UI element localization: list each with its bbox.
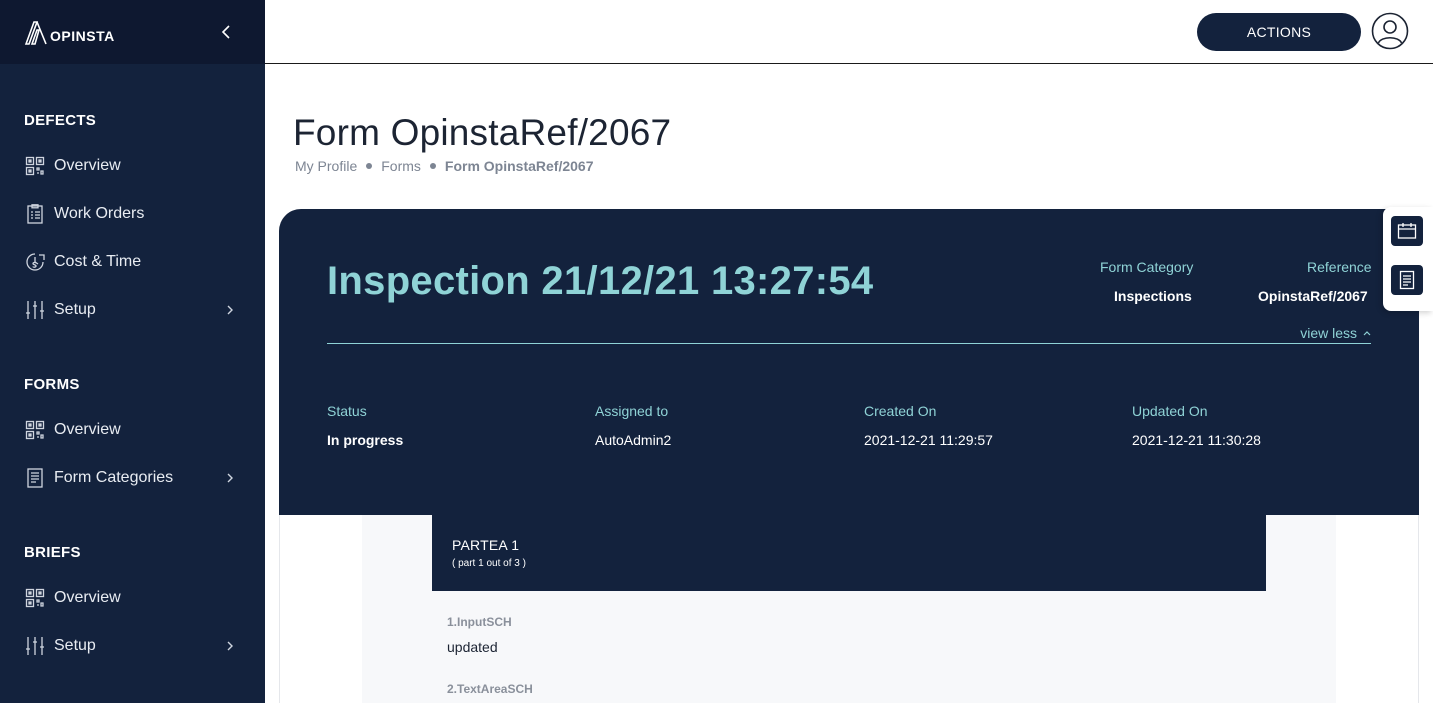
chevron-right-icon [226,303,234,321]
reference-label: Reference [1307,259,1372,275]
breadcrumb-forms[interactable]: Forms [381,158,421,174]
clipboard-icon [24,203,46,225]
chevron-left-icon [221,25,230,39]
sidebar-item-label: Overview [54,589,121,606]
document-icon [24,467,46,489]
sidebar-item-work-orders[interactable]: Work Orders [24,199,244,229]
sidebar-item-label: Form Categories [54,469,174,486]
field-value-input-sch: updated [447,639,498,655]
field-label-textarea-sch: 2.TextAreaSCH [447,682,533,696]
breadcrumb-current: Form OpinstaRef/2067 [444,158,594,174]
part-title: PARTEA 1 [452,537,520,553]
sliders-icon [24,299,46,321]
breadcrumb-separator [366,163,373,169]
form-category-value: Inspections [1114,288,1192,304]
part-subtitle: ( part 1 out of 3 ) [452,558,526,569]
sidebar-item-briefs-overview[interactable]: Overview [24,583,244,613]
page-title: Form OpinstaRef/2067 [293,112,672,153]
calendar-icon [1397,223,1417,239]
status-value: In progress [327,432,404,448]
reference-value: OpinstaRef/2067 [1258,288,1368,304]
clock-dollar-icon [24,251,46,273]
updated-on-label: Updated On [1132,403,1208,419]
view-less-toggle[interactable]: view less [1300,325,1371,341]
actions-button[interactable]: ACTIONS [1197,13,1361,51]
updated-on-value: 2021-12-21 11:30:28 [1132,432,1261,448]
user-icon [1371,12,1409,50]
document-icon [1399,270,1415,290]
assigned-to-label: Assigned to [595,403,669,419]
logo-text: OPINSTA [50,28,115,44]
sidebar-item-label: Setup [54,301,96,318]
document-button[interactable] [1391,265,1423,295]
sidebar-item-label: Cost & Time [54,253,142,270]
opinsta-logo-mark-icon [24,21,47,45]
user-avatar[interactable] [1371,12,1409,50]
sidebar-item-form-categories[interactable]: Form Categories [24,463,244,493]
breadcrumb: My Profile Forms Form OpinstaRef/2067 [295,158,594,174]
qr-grid-icon [24,419,46,441]
breadcrumb-my-profile[interactable]: My Profile [295,158,357,174]
sidebar-item-label: Overview [54,421,121,438]
sidebar-item-defects-overview[interactable]: Overview [24,151,244,181]
sliders-icon [24,635,46,657]
form-info-card: Inspection 21/12/21 13:27:54 Form Catego… [279,209,1419,515]
sidebar-item-label: Work Orders [54,205,145,222]
sidebar: OPINSTA DEFECTS Overview Work Orders Cos… [0,0,265,703]
section-title-briefs: BRIEFS [24,544,81,561]
status-label: Status [327,403,367,419]
section-title-defects: DEFECTS [24,112,97,129]
created-on-label: Created On [864,403,937,419]
sidebar-item-defects-setup[interactable]: Setup [24,295,244,325]
field-label-input-sch: 1.InputSCH [447,615,512,629]
scrollbar-gutter[interactable] [1433,0,1440,703]
qr-grid-icon [24,155,46,177]
collapse-sidebar-button[interactable] [216,21,236,43]
created-on-value: 2021-12-21 11:29:57 [864,432,993,448]
chevron-right-icon [226,639,234,657]
section-title-forms: FORMS [24,376,80,393]
view-less-label: view less [1300,325,1357,341]
sidebar-item-label: Setup [54,637,96,654]
form-category-label: Form Category [1100,259,1194,275]
part-header: PARTEA 1 ( part 1 out of 3 ) [432,515,1266,591]
qr-grid-icon [24,587,46,609]
breadcrumb-separator [429,163,436,169]
sidebar-item-forms-overview[interactable]: Overview [24,415,244,445]
chevron-up-icon [1363,331,1371,336]
sidebar-item-label: Overview [54,157,121,174]
side-tools-panel [1383,207,1433,311]
chevron-right-icon [226,471,234,489]
sidebar-header: OPINSTA [0,0,265,64]
calendar-button[interactable] [1391,216,1423,246]
sidebar-item-cost-time[interactable]: Cost & Time [24,247,244,277]
inspection-title: Inspection 21/12/21 13:27:54 [327,259,874,303]
sidebar-item-briefs-setup[interactable]: Setup [24,631,244,661]
assigned-to-value: AutoAdmin2 [595,432,672,448]
opinsta-logo[interactable]: OPINSTA [24,19,115,45]
card-divider [327,343,1371,344]
